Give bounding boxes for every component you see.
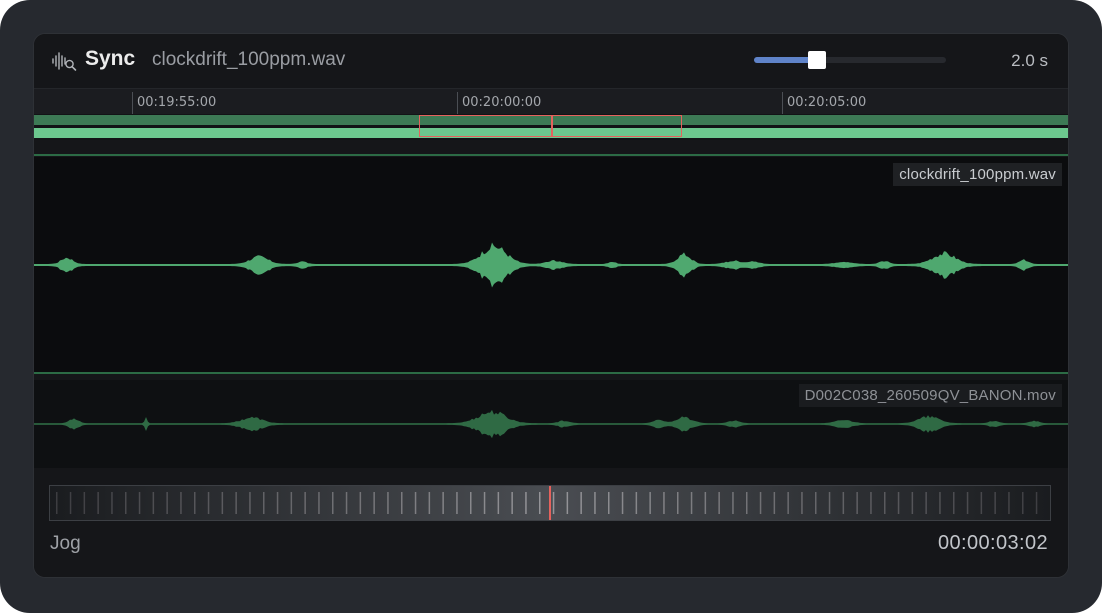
timecode-ruler[interactable]: 00:19:55:00 00:20:00:00 00:20:05:00	[34, 88, 1068, 115]
track-separator	[34, 372, 1068, 374]
zoom-value: 2.0 s	[1011, 51, 1048, 70]
track-separator	[34, 154, 1068, 156]
jog-wheel-graphic	[50, 486, 1050, 520]
jog-wheel[interactable]	[49, 485, 1051, 521]
overview-strip[interactable]	[34, 114, 1068, 140]
ruler-tick-label: 00:20:00:00	[462, 95, 542, 110]
ruler-tick	[782, 92, 783, 114]
track-label-audio: clockdrift_100ppm.wav	[893, 163, 1062, 186]
jog-playhead	[549, 486, 551, 520]
ruler-tick-label: 00:20:05:00	[787, 95, 867, 110]
ruler-tick-label: 00:19:55:00	[137, 95, 217, 110]
zoom-slider[interactable]	[754, 51, 946, 69]
ruler-tick	[132, 92, 133, 114]
jog-timecode: 00:00:03:02	[937, 532, 1048, 554]
jog-label: Jog	[50, 533, 81, 554]
window-frame: Sync clockdrift_100ppm.wav 2.0 s 00:19:5…	[0, 0, 1102, 613]
jog-area: Jog 00:00:03:02	[34, 468, 1068, 577]
panel-header: Sync clockdrift_100ppm.wav 2.0 s	[34, 34, 1068, 88]
panel-title: Sync	[85, 47, 136, 70]
video-track[interactable]: D002C038_260509QV_BANON.mov	[34, 380, 1068, 468]
waveform-search-icon	[52, 52, 77, 71]
overview-playhead	[551, 115, 553, 137]
zoom-slider-thumb[interactable]	[808, 51, 827, 69]
sync-panel: Sync clockdrift_100ppm.wav 2.0 s 00:19:5…	[33, 33, 1069, 578]
audio-track[interactable]: clockdrift_100ppm.wav	[34, 157, 1068, 374]
track-label-video: D002C038_260509QV_BANON.mov	[798, 384, 1062, 407]
ruler-tick	[457, 92, 458, 114]
header-filename: clockdrift_100ppm.wav	[152, 49, 346, 70]
audio-waveform	[34, 242, 1068, 288]
